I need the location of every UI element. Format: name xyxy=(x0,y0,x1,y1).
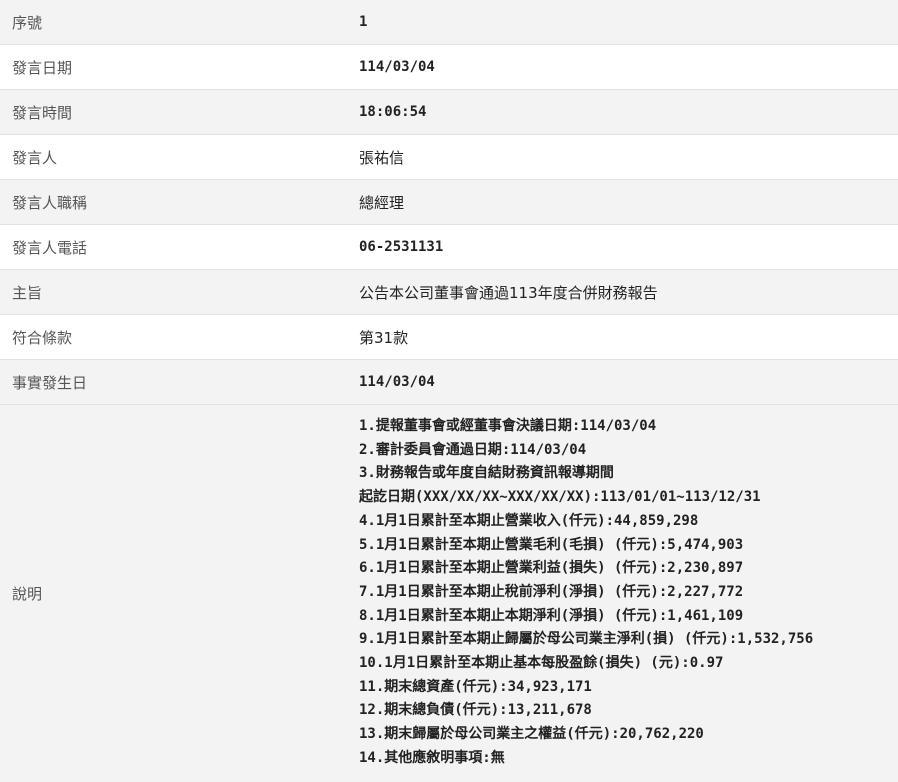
label-subject: 主旨 xyxy=(12,283,43,302)
description-line: 10.1月1日累計至本期止基本每股盈餘(損失) (元):0.97 xyxy=(359,655,724,672)
label-serial-number: 序號 xyxy=(12,13,43,32)
description-lines: 1.提報董事會或經董事會決議日期:114/03/04 2.審計委員會通過日期:1… xyxy=(345,405,813,771)
label-spokesperson: 發言人 xyxy=(12,148,58,167)
description-line: 6.1月1日累計至本期止營業利益(損失) (仟元):2,230,897 xyxy=(359,560,744,577)
value-occurrence-date: 114/03/04 xyxy=(359,374,435,390)
description-line: 1.提報董事會或經董事會決議日期:114/03/04 xyxy=(359,418,657,434)
value-statement-time: 18:06:54 xyxy=(359,104,427,120)
row-occurrence-date: 事實發生日 114/03/04 xyxy=(0,360,898,405)
label-description: 說明 xyxy=(12,585,43,603)
description-line: 起訖日期(XXX/XX/XX~XXX/XX/XX):113/01/01~113/… xyxy=(359,489,761,506)
value-spokesperson: 張祐信 xyxy=(359,148,405,167)
row-serial-number: 序號 1 xyxy=(0,0,898,45)
value-statement-date: 114/03/04 xyxy=(359,59,435,75)
value-spokesperson-phone: 06-2531131 xyxy=(359,239,444,255)
label-applicable-clause: 符合條款 xyxy=(12,328,73,347)
row-subject: 主旨 公告本公司董事會通過113年度合併財務報告 xyxy=(0,270,898,315)
label-spokesperson-title: 發言人職稱 xyxy=(12,193,88,212)
description-line: 8.1月1日累計至本期止本期淨利(淨損) (仟元):1,461,109 xyxy=(359,607,744,624)
value-serial-number: 1 xyxy=(359,14,368,30)
announcement-table: 序號 1 發言日期 114/03/04 發言時間 18:06:54 發言人 張祐… xyxy=(0,0,898,782)
row-spokesperson: 發言人 張祐信 xyxy=(0,135,898,180)
description-line: 12.期末總負債(仟元):13,211,678 xyxy=(359,702,592,719)
row-statement-time: 發言時間 18:06:54 xyxy=(0,90,898,135)
label-statement-time: 發言時間 xyxy=(12,103,73,122)
row-spokesperson-phone: 發言人電話 06-2531131 xyxy=(0,225,898,270)
description-line: 11.期末總資產(仟元):34,923,171 xyxy=(359,678,592,695)
row-statement-date: 發言日期 114/03/04 xyxy=(0,45,898,90)
row-spokesperson-title: 發言人職稱 總經理 xyxy=(0,180,898,225)
label-spokesperson-phone: 發言人電話 xyxy=(12,238,88,257)
description-line: 2.審計委員會通過日期:114/03/04 xyxy=(359,441,587,458)
row-applicable-clause: 符合條款 第31款 xyxy=(0,315,898,360)
label-statement-date: 發言日期 xyxy=(12,58,73,77)
value-subject: 公告本公司董事會通過113年度合併財務報告 xyxy=(359,283,658,302)
value-spokesperson-title: 總經理 xyxy=(359,193,405,212)
description-line: 13.期末歸屬於母公司業主之權益(仟元):20,762,220 xyxy=(359,726,704,743)
description-line: 3.財務報告或年度自結財務資訊報導期間 xyxy=(359,465,614,482)
value-applicable-clause: 第31款 xyxy=(359,328,409,347)
row-description: 說明 1.提報董事會或經董事會決議日期:114/03/04 2.審計委員會通過日… xyxy=(0,405,898,782)
description-line: 7.1月1日累計至本期止稅前淨利(淨損) (仟元):2,227,772 xyxy=(359,583,744,600)
description-line: 9.1月1日累計至本期止歸屬於母公司業主淨利(損) (仟元):1,532,756 xyxy=(359,631,814,648)
description-line: 4.1月1日累計至本期止營業收入(仟元):44,859,298 xyxy=(359,512,699,529)
description-line: 5.1月1日累計至本期止營業毛利(毛損) (仟元):5,474,903 xyxy=(359,536,744,553)
label-occurrence-date: 事實發生日 xyxy=(12,373,88,392)
description-line: 14.其他應敘明事項:無 xyxy=(359,749,505,766)
